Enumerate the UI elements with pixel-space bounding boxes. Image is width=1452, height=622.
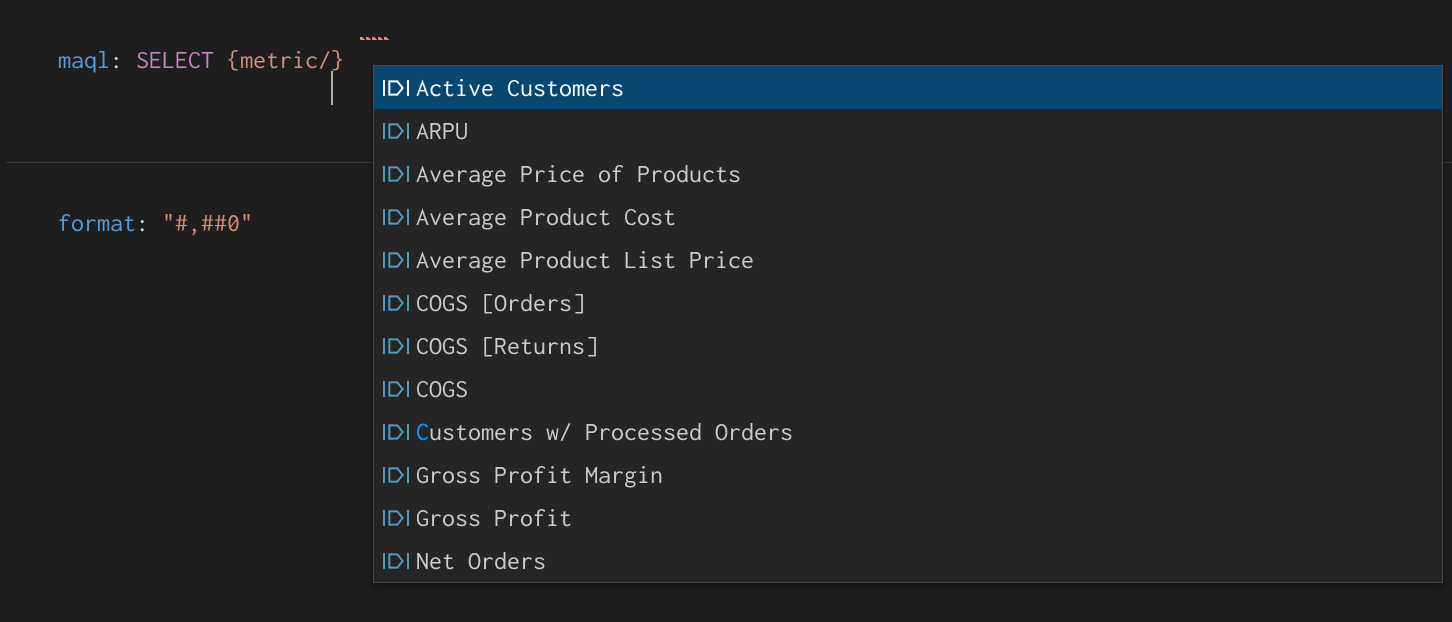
suggest-item-label: COGS xyxy=(416,375,468,402)
suggest-item-label: Average Product Cost xyxy=(416,203,676,230)
suggest-item[interactable]: ARPU xyxy=(374,109,1442,152)
suggest-item[interactable]: COGS [Orders] xyxy=(374,281,1442,324)
constant-icon xyxy=(380,72,416,104)
constant-icon xyxy=(380,287,416,319)
suggest-item[interactable]: Gross Profit Margin xyxy=(374,453,1442,496)
suggest-item[interactable]: Gross Profit xyxy=(374,496,1442,539)
suggest-item-label: Average Product List Price xyxy=(416,246,754,273)
maql-brace-open: { xyxy=(227,46,240,73)
suggest-item[interactable]: Average Product Cost xyxy=(374,195,1442,238)
constant-icon xyxy=(380,244,416,276)
constant-icon xyxy=(380,459,416,491)
suggest-item[interactable]: Average Price of Products xyxy=(374,152,1442,195)
suggest-item[interactable]: Active Customers xyxy=(374,66,1442,109)
suggest-item[interactable]: COGS xyxy=(374,367,1442,410)
constant-icon xyxy=(380,330,416,362)
suggest-item-label: COGS [Orders] xyxy=(416,289,585,316)
suggest-item-label: Active Customers xyxy=(416,74,624,101)
suggest-item-label: Customers w/ Processed Orders xyxy=(416,418,793,445)
autocomplete-popup[interactable]: Active Customers ARPU Average Price of Pro… xyxy=(373,65,1443,583)
constant-icon xyxy=(380,502,416,534)
maql-metric-path: metric/ xyxy=(240,46,331,73)
maql-brace-close: } xyxy=(331,46,344,73)
yaml-key: maql xyxy=(58,46,110,73)
error-squiggle xyxy=(360,37,390,40)
suggest-item[interactable]: Customers w/ Processed Orders xyxy=(374,410,1442,453)
constant-icon xyxy=(380,201,416,233)
text-cursor xyxy=(331,71,333,105)
constant-icon xyxy=(380,158,416,190)
suggest-item[interactable]: COGS [Returns] xyxy=(374,324,1442,367)
constant-icon xyxy=(380,373,416,405)
yaml-colon: : xyxy=(110,46,136,73)
suggest-item-label: Average Price of Products xyxy=(416,160,741,187)
suggest-item-label: Gross Profit xyxy=(416,504,572,531)
constant-icon xyxy=(380,545,416,577)
suggest-item-label: COGS [Returns] xyxy=(416,332,598,359)
yaml-value-string: "#,##0" xyxy=(162,209,253,236)
suggest-item-label: ARPU xyxy=(416,117,468,144)
maql-keyword-select: SELECT xyxy=(136,46,227,73)
yaml-colon: : xyxy=(136,209,162,236)
constant-icon xyxy=(380,115,416,147)
suggest-item[interactable]: Net Orders xyxy=(374,539,1442,582)
constant-icon xyxy=(380,416,416,448)
suggest-item[interactable]: Average Product List Price xyxy=(374,238,1442,281)
suggest-item-label: Gross Profit Margin xyxy=(416,461,663,488)
yaml-key: format xyxy=(58,209,136,236)
suggest-item-label: Net Orders xyxy=(416,547,546,574)
